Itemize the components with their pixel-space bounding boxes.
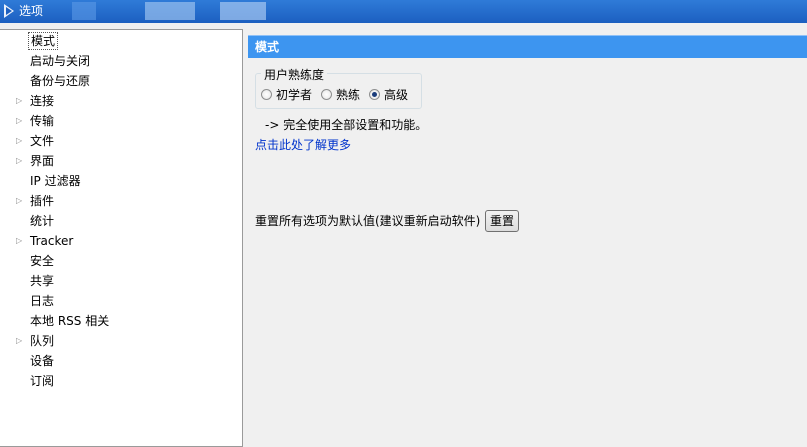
tree-item[interactable]: 启动与关闭 [0, 51, 240, 71]
expand-arrow-icon[interactable]: ▷ [16, 191, 24, 211]
expand-arrow-icon[interactable]: ▷ [16, 131, 24, 151]
tree-item-label: 插件 [30, 194, 55, 208]
tree-item-label: 队列 [30, 334, 55, 348]
tree-item-label: 订阅 [30, 374, 55, 388]
window-title: 选项 [19, 4, 44, 18]
tree-item[interactable]: ▷ 传输 [0, 111, 240, 131]
radio-label: 熟练 [336, 88, 361, 102]
mode-description: -> 完全使用全部设置和功能。 [265, 118, 428, 132]
tree-item-label: 传输 [30, 114, 55, 128]
tree-item[interactable]: 日志 [0, 291, 240, 311]
learn-more-link[interactable]: 点击此处了解更多 [255, 136, 351, 153]
tree-item-label: Tracker [30, 234, 74, 248]
tree-item-label: 文件 [30, 134, 55, 148]
expand-arrow-icon[interactable]: ▷ [16, 331, 24, 351]
tree-item[interactable]: IP 过滤器 [0, 171, 240, 191]
tree-item[interactable]: ▷ 插件 [0, 191, 240, 211]
radio-label: 初学者 [276, 88, 313, 102]
tree-item[interactable]: 共享 [0, 271, 240, 291]
section-header: 模式 [248, 35, 807, 58]
tree-item-label: 设备 [30, 354, 55, 368]
radio-label: 高级 [384, 88, 409, 102]
section-title: 模式 [255, 40, 280, 54]
tree-item[interactable]: ▷ 文件 [0, 131, 240, 151]
tree-item[interactable]: 订阅 [0, 371, 240, 391]
tree-item-label: 日志 [30, 294, 55, 308]
tree-item-label: 模式 [28, 32, 59, 50]
radio-indicator[interactable] [321, 89, 332, 100]
title-bar: 选项 [0, 0, 807, 23]
tree-item-label: 启动与关闭 [30, 54, 91, 68]
app-icon [4, 4, 14, 18]
expand-arrow-icon[interactable]: ▷ [16, 91, 24, 111]
tree-item[interactable]: 备份与还原 [0, 71, 240, 91]
tree-item[interactable]: ▷ 界面 [0, 151, 240, 171]
tree-item[interactable]: 设备 [0, 351, 240, 371]
titlebar-decoration [145, 2, 195, 20]
options-tree: 模式启动与关闭备份与还原 ▷ 连接 ▷ 传输 ▷ 文件 ▷ 界面 IP 过滤器 ▷ 插件统计 ▷ Trac… [0, 29, 243, 447]
reset-button[interactable]: 重置 [485, 210, 519, 232]
radio-indicator[interactable] [369, 89, 380, 100]
tree-item[interactable]: 本地 RSS 相关 [0, 311, 240, 331]
tree-item-label: IP 过滤器 [30, 174, 81, 188]
tree-item-label: 界面 [30, 154, 55, 168]
expand-arrow-icon[interactable]: ▷ [16, 151, 24, 171]
tree-item[interactable]: 安全 [0, 251, 240, 271]
titlebar-decoration [72, 2, 96, 20]
tree-item-label: 统计 [30, 214, 55, 228]
tree-item[interactable]: 统计 [0, 211, 240, 231]
tree-item-label: 连接 [30, 94, 55, 108]
titlebar-decoration [220, 2, 266, 20]
tree-item[interactable]: ▷ 队列 [0, 331, 240, 351]
tree-item-label: 备份与还原 [30, 74, 91, 88]
radio-indicator[interactable] [261, 89, 272, 100]
expand-arrow-icon[interactable]: ▷ [16, 231, 24, 251]
tree-item-label: 安全 [30, 254, 55, 268]
expand-arrow-icon[interactable]: ▷ [16, 111, 24, 131]
proficiency-group-label: 用户熟练度 [261, 66, 328, 83]
tree-item[interactable]: ▷ Tracker [0, 231, 240, 251]
tree-item-label: 本地 RSS 相关 [30, 314, 110, 328]
tree-item[interactable]: ▷ 连接 [0, 91, 240, 111]
tree-item[interactable]: 模式 [0, 31, 240, 51]
tree-item-label: 共享 [30, 274, 55, 288]
reset-description: 重置所有选项为默认值(建议重新启动软件) [255, 214, 481, 228]
